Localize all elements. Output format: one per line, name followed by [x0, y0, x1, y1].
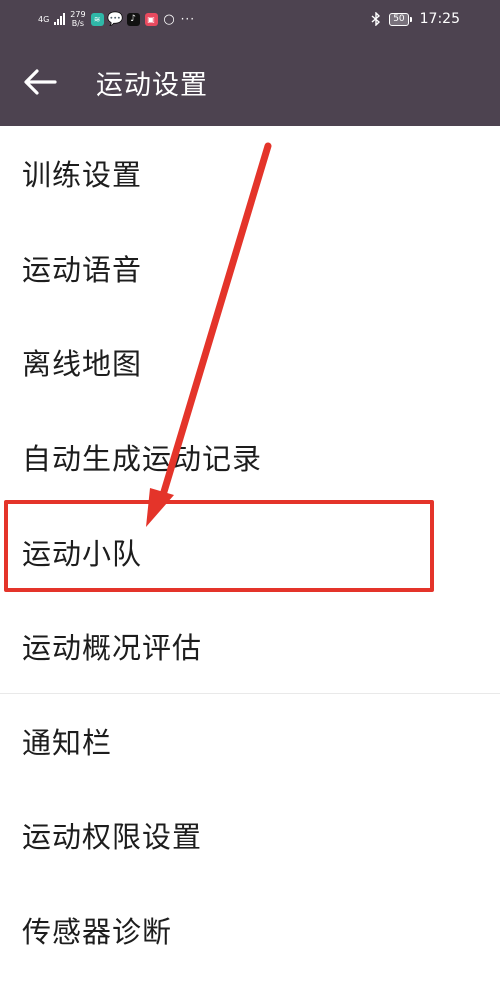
net-speed-value: 279	[70, 10, 86, 19]
list-item-label: 运动小队	[22, 536, 143, 571]
screen: 4G 279 B/s ≋ 💬 ♪ ▣ ○ ··· 50 17:25 运动设置 训…	[0, 0, 500, 985]
list-item-sensor-diagnosis[interactable]: 传感器诊断	[0, 883, 500, 978]
list-item-label: 运动概况评估	[22, 630, 203, 665]
settings-list: 训练设置 运动语音 离线地图 自动生成运动记录 运动小队 运动概况评估 通知栏 …	[0, 126, 500, 977]
list-item-notification-bar[interactable]: 通知栏	[0, 694, 500, 789]
tiktok-icon: ♪	[126, 12, 140, 26]
list-item-sport-team[interactable]: 运动小队	[0, 504, 500, 599]
list-item-label: 运动权限设置	[22, 820, 203, 855]
toolbar: 运动设置	[0, 38, 500, 126]
more-icon: ···	[180, 12, 196, 26]
list-item-sport-permissions[interactable]: 运动权限设置	[0, 788, 500, 883]
clock: 17:25	[419, 11, 460, 27]
list-item-offline-map[interactable]: 离线地图	[0, 315, 500, 410]
battery-icon: 50	[389, 12, 412, 26]
bluetooth-icon	[371, 12, 381, 26]
list-item-auto-record[interactable]: 自动生成运动记录	[0, 410, 500, 505]
list-item-label: 离线地图	[22, 347, 143, 382]
ring-icon: ○	[163, 11, 175, 27]
list-item-label: 训练设置	[22, 158, 143, 193]
status-bar: 4G 279 B/s ≋ 💬 ♪ ▣ ○ ··· 50 17:25	[0, 0, 500, 38]
list-item-label: 通知栏	[22, 725, 113, 760]
list-item-training-settings[interactable]: 训练设置	[0, 126, 500, 221]
back-arrow-icon	[24, 69, 57, 95]
wifi-app-icon: ≋	[90, 12, 104, 26]
back-button[interactable]	[18, 62, 62, 102]
list-item-label: 运动语音	[22, 252, 143, 287]
list-item-sport-assessment[interactable]: 运动概况评估	[0, 599, 500, 694]
status-right: 50 17:25	[371, 0, 460, 38]
net-speed-unit: B/s	[71, 19, 85, 28]
battery-level: 50	[389, 12, 409, 26]
page-title: 运动设置	[96, 69, 208, 101]
signal-icon	[54, 13, 66, 25]
list-item-label: 传感器诊断	[22, 915, 173, 950]
net-speed: 279 B/s	[70, 10, 85, 28]
list-item-label: 自动生成运动记录	[22, 442, 263, 477]
chat-icon: 💬	[106, 11, 124, 27]
mail-icon: ▣	[144, 12, 158, 26]
network-type: 4G	[38, 14, 50, 24]
status-left: 4G 279 B/s ≋ 💬 ♪ ▣ ○ ···	[38, 0, 195, 38]
list-item-sport-voice[interactable]: 运动语音	[0, 221, 500, 316]
